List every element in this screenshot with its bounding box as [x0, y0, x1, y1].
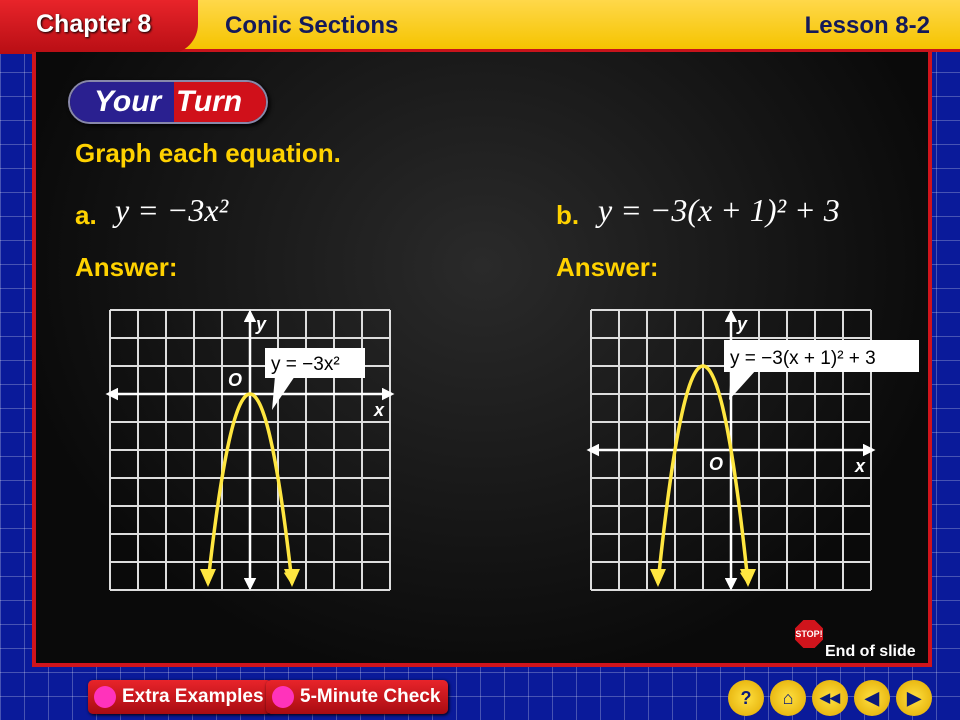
curve-arrowhead: [649, 569, 666, 587]
clock-icon: [272, 686, 294, 708]
callout-equation: y = −3(x + 1)² + 3: [730, 348, 876, 369]
graph-a: y x Oy = −3x²: [105, 309, 395, 591]
part-a-answer-label: Answer:: [75, 252, 178, 282]
extra-examples-button[interactable]: Extra Examples: [88, 680, 272, 714]
part-a-label: a.: [75, 200, 97, 230]
x-axis-label: x: [854, 456, 866, 476]
five-minute-check-button[interactable]: 5-Minute Check: [266, 680, 449, 714]
next-slide-button[interactable]: ▶: [896, 680, 932, 716]
graph-b: y x Oy = −3(x + 1)² + 3: [586, 309, 919, 591]
lesson-label: Lesson 8-2: [804, 12, 930, 39]
turn-text: Turn: [174, 82, 266, 122]
extra-examples-label: Extra Examples: [122, 686, 264, 707]
part-b-equation: y = −3(x + 1)² + 3: [598, 192, 840, 228]
curve-arrowhead: [200, 569, 216, 587]
chapter-tab: Chapter 8: [0, 0, 198, 54]
your-turn-badge: Your Turn: [68, 80, 268, 124]
computer-icon: [94, 686, 116, 708]
stop-sign-icon: STOP!: [795, 620, 823, 648]
help-button[interactable]: ?: [728, 680, 764, 716]
origin-label: O: [709, 454, 723, 474]
part-b-label: b.: [556, 200, 580, 230]
end-of-slide-label: End of slide: [825, 643, 916, 660]
prompt: Graph each equation.: [75, 138, 341, 168]
y-axis-label: y: [736, 314, 748, 334]
previous-slide-button[interactable]: ◀: [854, 680, 890, 716]
y-axis-label: y: [255, 314, 267, 334]
chapter-title: Conic Sections: [225, 12, 399, 39]
your-text: Your: [70, 82, 174, 122]
x-axis-label: x: [373, 400, 385, 420]
five-minute-check-label: 5-Minute Check: [300, 686, 441, 707]
curve-arrowhead: [284, 569, 300, 587]
callout-equation: y = −3x²: [271, 354, 340, 375]
origin-label: O: [228, 370, 242, 390]
part-a-equation: y = −3x²: [115, 192, 229, 228]
callout-pointer: [729, 370, 756, 400]
part-b-answer-label: Answer:: [556, 252, 659, 282]
curve-arrowhead: [740, 569, 757, 587]
home-button[interactable]: ⌂: [770, 680, 806, 716]
first-slide-button[interactable]: ◀◀: [812, 680, 848, 716]
